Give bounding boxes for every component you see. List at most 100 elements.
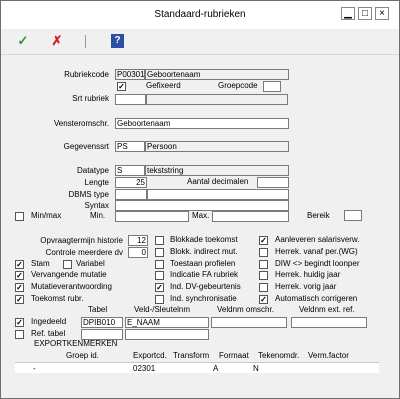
- max-label: Max.: [192, 211, 210, 220]
- herrek-vorig-jaar-checkbox[interactable]: [259, 283, 268, 292]
- ref-tabel-checkbox[interactable]: [15, 330, 24, 339]
- datatype-code-field[interactable]: S: [115, 165, 145, 176]
- ref-veld-field[interactable]: [125, 329, 209, 340]
- cell-exportcd: 02301: [133, 364, 156, 373]
- herrek-huidig-jaar-checkbox[interactable]: [259, 271, 268, 280]
- dialog-window: Standaard-rubrieken ▁ □ × ✓ ✗ ? Rubriekc…: [0, 0, 400, 399]
- min-label: Min.: [90, 211, 106, 220]
- dbms-type-label: DBMS type: [68, 190, 109, 199]
- gegevenssrt-name-field: Persoon: [145, 141, 289, 152]
- controle-field[interactable]: 0: [128, 247, 148, 258]
- mutatieverantwoording-label: Mutatieverantwoording: [31, 282, 112, 291]
- col-header-transform[interactable]: Transform: [173, 351, 209, 360]
- blokkade-toekomst-checkbox[interactable]: [155, 236, 164, 245]
- veldnm-omschr-header: Veldnm omschr.: [217, 305, 274, 314]
- cell-tekenomdr: N: [253, 364, 259, 373]
- aantal-decimalen-label: Aantal decimalen: [187, 177, 249, 186]
- automatisch-corrigeren-label: Automatisch corrigeren: [275, 294, 358, 303]
- vensteromschr-label: Vensteromschr.: [53, 119, 109, 128]
- col-header-exportcd[interactable]: Exportcd.: [133, 351, 167, 360]
- col-header-formaat[interactable]: Formaat: [219, 351, 249, 360]
- ind-synchronisatie-label: Ind. synchronisatie: [170, 294, 237, 303]
- vensteromschr-field[interactable]: Geboortenaam: [115, 118, 289, 129]
- gegevenssrt-code-field[interactable]: PS: [115, 141, 145, 152]
- tabel-header: Tabel: [88, 305, 108, 314]
- exportkenmerken-title: EXPORTKENMERKEN: [34, 339, 118, 348]
- rubriekcode-label: Rubriekcode: [64, 70, 109, 79]
- stam-checkbox[interactable]: ✓: [15, 260, 24, 269]
- srt-rubriek-label: Srt rubriek: [72, 94, 109, 103]
- bereik-label: Bereik: [307, 211, 330, 220]
- stam-label: Stam: [31, 259, 50, 268]
- vervangende-mutatie-checkbox[interactable]: ✓: [15, 271, 24, 280]
- cancel-x-icon[interactable]: ✗: [49, 33, 65, 49]
- gefixeerd-label: Gefixeerd: [146, 81, 181, 90]
- export-grid: - 02301 A N: [15, 363, 379, 373]
- veldnm-omschr-field[interactable]: [211, 317, 287, 328]
- window-title: Standaard-rubrieken: [154, 9, 246, 20]
- dbms-type-code-field[interactable]: [115, 189, 147, 200]
- groepcode-field[interactable]: [263, 81, 281, 92]
- minmax-label: Min/max: [31, 211, 62, 220]
- controle-label: Controle meerdere dv: [45, 248, 123, 257]
- lengte-field[interactable]: 25: [115, 177, 147, 188]
- blokk-indirect-mut-label: Blokk. indirect mut.: [170, 247, 238, 256]
- variabel-checkbox[interactable]: [63, 260, 72, 269]
- col-header-verm-factor[interactable]: Verm.factor: [308, 351, 349, 360]
- rubriekcode-field[interactable]: P00301: [115, 69, 145, 80]
- opvraagtermijn-field[interactable]: 12: [128, 235, 148, 246]
- ref-tabel-label: Ref. tabel: [31, 329, 66, 338]
- herrek-vorig-jaar-label: Herrek. vorig jaar: [275, 282, 337, 291]
- veldnm-ext-ref-header: Veldnm ext. ref.: [299, 305, 355, 314]
- blokk-indirect-mut-checkbox[interactable]: [155, 248, 164, 257]
- max-field[interactable]: [212, 211, 289, 222]
- mutatieverantwoording-checkbox[interactable]: ✓: [15, 283, 24, 292]
- gegevenssrt-label: Gegevenssrt: [63, 142, 109, 151]
- opvraagtermijn-label: Opvraagtermijn historie: [40, 236, 123, 245]
- dbms-type-field[interactable]: [147, 189, 289, 200]
- ind-synchronisatie-checkbox[interactable]: [155, 295, 164, 304]
- col-header-groep-id[interactable]: Groep id.: [66, 351, 99, 360]
- maximize-icon[interactable]: □: [358, 7, 372, 20]
- col-header-tekenomdr[interactable]: Tekenomdr.: [258, 351, 299, 360]
- ok-check-icon[interactable]: ✓: [15, 33, 31, 49]
- veld-sleutelnm-header: Veld-/Sleutelnm: [134, 305, 191, 314]
- ind-dv-gebeurtenis-label: Ind. DV-gebeurtenis: [170, 282, 241, 291]
- aanleveren-salarisverw-checkbox[interactable]: ✓: [259, 236, 268, 245]
- ingedeeld-label: Ingedeeld: [31, 317, 67, 326]
- tabel-field[interactable]: DPIB010: [81, 317, 123, 328]
- gefixeerd-checkbox[interactable]: ✓: [117, 82, 126, 91]
- min-field[interactable]: [115, 211, 189, 222]
- bereik-field[interactable]: [344, 210, 362, 221]
- veld-sleutelnm-field[interactable]: E_NAAM: [125, 317, 209, 328]
- toolbar-separator: [85, 35, 86, 48]
- srt-rubriek-code-field[interactable]: [115, 94, 146, 105]
- close-icon[interactable]: ×: [375, 7, 389, 20]
- indicatie-fa-rubriek-checkbox[interactable]: [155, 271, 164, 280]
- blokkade-toekomst-label: Blokkade toekomst: [170, 235, 238, 244]
- lengte-label: Lengte: [84, 178, 109, 187]
- toekomst-rubr-checkbox[interactable]: ✓: [15, 295, 24, 304]
- minmax-checkbox[interactable]: [15, 212, 24, 221]
- syntax-field[interactable]: [115, 200, 289, 211]
- aantal-decimalen-field[interactable]: [257, 177, 289, 188]
- srt-rubriek-name-field: [146, 94, 288, 105]
- diw-begindt-loonper-checkbox[interactable]: [259, 260, 268, 269]
- groepcode-label: Groepcode: [218, 81, 258, 90]
- minimize-icon[interactable]: ▁: [341, 7, 355, 20]
- cell-groep-id: -: [33, 364, 36, 373]
- toestaan-profielen-checkbox[interactable]: [155, 260, 164, 269]
- datatype-name-field: tekststring: [145, 165, 289, 176]
- ind-dv-gebeurtenis-checkbox[interactable]: ✓: [155, 283, 164, 292]
- syntax-label: Syntax: [84, 201, 109, 210]
- rubriekcode-name-field[interactable]: Geboortenaam: [145, 69, 289, 80]
- variabel-label: Variabel: [76, 259, 105, 268]
- help-icon[interactable]: ?: [111, 34, 124, 48]
- herrek-vanaf-per-label: Herrek. vanaf per.(WG): [275, 247, 358, 256]
- automatisch-corrigeren-checkbox[interactable]: ✓: [259, 295, 268, 304]
- cell-formaat: A: [213, 364, 219, 373]
- herrek-vanaf-per-checkbox[interactable]: [259, 248, 268, 257]
- ingedeeld-checkbox[interactable]: ✓: [15, 318, 24, 327]
- veldnm-ext-ref-field[interactable]: [291, 317, 367, 328]
- vervangende-mutatie-label: Vervangende mutatie: [31, 270, 107, 279]
